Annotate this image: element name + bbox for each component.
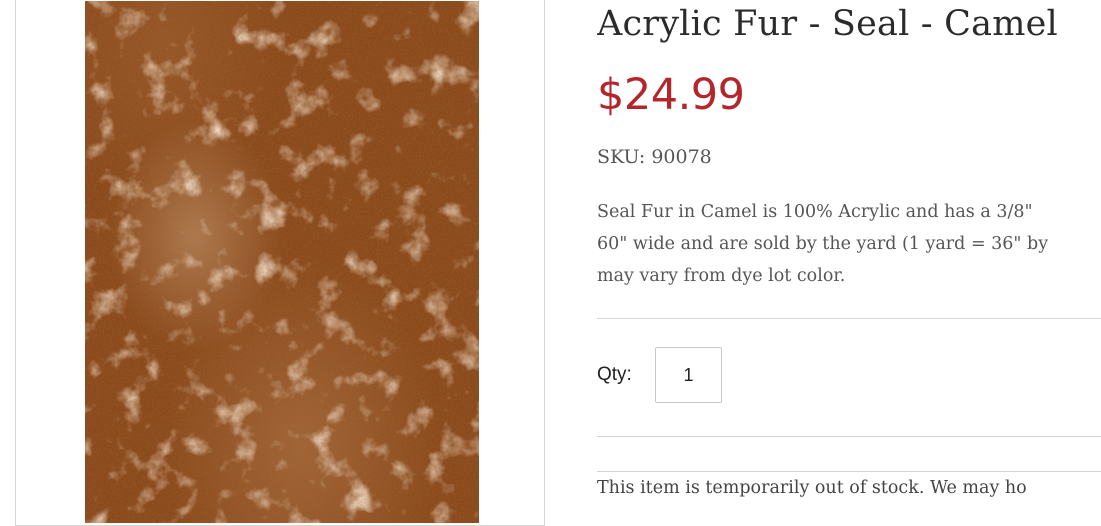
divider — [597, 318, 1101, 319]
product-price: $24.99 — [597, 70, 745, 120]
divider — [597, 471, 1101, 472]
sku-value: 90078 — [651, 146, 712, 168]
product-description: Seal Fur in Camel is 100% Acrylic and ha… — [597, 196, 1101, 292]
description-line: Seal Fur in Camel is 100% Acrylic and ha… — [597, 202, 1033, 222]
product-title: Acrylic Fur - Seal - Camel — [597, 4, 1058, 44]
product-image-frame — [15, 0, 545, 526]
product-sku: SKU: 90078 — [597, 146, 712, 168]
description-line: 60" wide and are sold by the yard (1 yar… — [597, 234, 1049, 254]
qty-input[interactable] — [655, 347, 722, 403]
sku-label: SKU: — [597, 146, 646, 168]
product-info: Acrylic Fur - Seal - Camel $24.99 SKU: 9… — [597, 0, 1101, 514]
qty-label: Qty: — [597, 364, 632, 385]
description-line: may vary from dye lot color. — [597, 266, 846, 286]
product-image[interactable] — [85, 1, 479, 523]
fur-swatch-image — [85, 1, 479, 523]
divider — [597, 436, 1101, 437]
stock-status-message: This item is temporarily out of stock. W… — [597, 478, 1027, 498]
